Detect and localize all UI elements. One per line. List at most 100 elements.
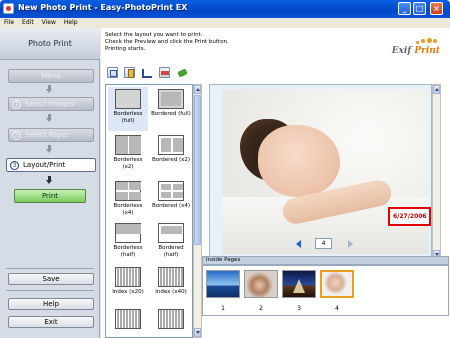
layout-bordered-x4[interactable]: Bordered (x4) <box>151 179 191 223</box>
menu-view[interactable]: View <box>38 18 60 26</box>
layout-thumbnail <box>115 309 141 329</box>
layout-thumbnail <box>115 89 141 109</box>
exit-button[interactable]: Exit <box>8 316 94 328</box>
preview-photo[interactable] <box>222 89 429 254</box>
step-menu[interactable]: Menu <box>8 69 94 83</box>
arrow-down-icon <box>46 114 53 122</box>
arrow-down-icon <box>46 145 53 153</box>
date-icon[interactable] <box>159 67 170 78</box>
logo-dots-icon <box>414 38 438 46</box>
preview-scrollbar[interactable] <box>432 84 441 260</box>
edit-toolbar <box>107 66 227 80</box>
step-menu-label: Menu <box>41 72 61 80</box>
page-thumbnail-number: 3 <box>297 305 301 312</box>
inside-pages-header: Inside Pages <box>202 256 449 265</box>
help-button[interactable]: Help <box>8 298 94 310</box>
close-button[interactable]: × <box>430 2 443 15</box>
page-thumbnail-selected[interactable] <box>320 270 354 298</box>
layout-index-x20[interactable]: Index (x20) <box>108 265 148 309</box>
step-number: 2 <box>12 131 21 140</box>
logo-suffix: Print <box>414 46 440 56</box>
page-number: 4 <box>315 238 332 249</box>
logo-prefix: Exif <box>391 46 412 56</box>
next-page-icon[interactable] <box>348 240 353 248</box>
layout-thumbnail <box>115 223 141 243</box>
layout-bordered-x2[interactable]: Bordered (x2) <box>151 133 191 177</box>
layout-caption: Bordered (full) <box>151 111 191 117</box>
step-label: Layout/Print <box>23 161 66 169</box>
layout-caption: Index (x40) <box>155 289 187 295</box>
minimize-button[interactable]: _ <box>398 2 411 15</box>
save-button[interactable]: Save <box>8 273 94 285</box>
app-icon[interactable] <box>3 3 14 14</box>
page-thumbnail[interactable] <box>206 270 240 298</box>
layout-thumbnail <box>158 181 184 201</box>
page-thumbnail-number: 4 <box>335 305 339 312</box>
image-copy-icon[interactable] <box>124 67 135 78</box>
layout-thumbnail <box>115 135 141 155</box>
sidebar-title: Photo Print <box>0 28 100 60</box>
divider <box>6 268 94 269</box>
instruction-line: Printing starts. <box>105 46 146 52</box>
page-thumbnail[interactable] <box>244 270 278 298</box>
divider <box>6 290 94 291</box>
scroll-up-icon[interactable] <box>433 85 440 94</box>
layout-caption: Borderless (x2) <box>113 157 143 170</box>
layout-more[interactable] <box>108 307 148 337</box>
menu-edit[interactable]: Edit <box>18 18 38 26</box>
layout-bordered-full[interactable]: Bordered (full) <box>151 87 191 131</box>
layout-caption: Borderless (full) <box>113 111 143 124</box>
step-layout-print[interactable]: 3 Layout/Print <box>6 158 96 172</box>
maximize-button[interactable]: □ <box>413 2 426 15</box>
scroll-down-icon[interactable] <box>194 328 201 337</box>
layout-borderless-full[interactable]: Borderless (full) <box>108 87 148 131</box>
scroll-up-icon[interactable] <box>194 85 201 94</box>
layout-borderless-half[interactable]: Borderless (half) <box>108 221 148 265</box>
layout-list-scrollbar[interactable] <box>193 84 202 338</box>
layout-caption: Bordered (x2) <box>152 157 190 163</box>
layout-more[interactable] <box>151 307 191 337</box>
layout-caption: Borderless (x4) <box>113 203 143 216</box>
layout-thumbnail <box>115 267 141 287</box>
layout-thumbnail <box>158 223 184 243</box>
sidebar: Photo Print Menu 1 Select Images 2 Selec… <box>0 28 100 338</box>
layout-caption: Bordered (x4) <box>152 203 190 209</box>
menu-file[interactable]: File <box>0 18 18 26</box>
step-label: Select Paper <box>25 131 69 139</box>
page-thumbnail-number: 1 <box>221 305 225 312</box>
inside-pages-strip: 1 2 3 4 <box>202 265 449 316</box>
step-label: Select Images <box>25 100 75 108</box>
layout-caption: Index (x20) <box>112 289 144 295</box>
layout-thumbnail <box>158 89 184 109</box>
previous-page-icon[interactable] <box>296 240 301 248</box>
rotate-icon[interactable] <box>107 67 118 78</box>
layout-borderless-x2[interactable]: Borderless (x2) <box>108 133 148 177</box>
menu-bar: File Edit View Help <box>0 18 450 28</box>
layout-thumbnail <box>158 309 184 329</box>
step-select-images[interactable]: 1 Select Images <box>8 97 94 111</box>
layout-list: Borderless (full) Bordered (full) Borderl… <box>105 84 193 338</box>
layout-thumbnail <box>158 135 184 155</box>
menu-help[interactable]: Help <box>60 18 82 26</box>
step-number: 1 <box>12 100 21 109</box>
layout-borderless-x4[interactable]: Borderless (x4) <box>108 179 148 223</box>
layout-thumbnail <box>115 181 141 201</box>
page-thumbnail[interactable] <box>282 270 316 298</box>
step-select-paper[interactable]: 2 Select Paper <box>8 128 94 142</box>
main-area: Select the layout you want to print. Che… <box>101 28 450 338</box>
crop-icon[interactable] <box>141 67 152 78</box>
page-navigator: 4 <box>291 238 361 250</box>
layout-bordered-half[interactable]: Bordered (half) <box>151 221 191 265</box>
preview-panel <box>209 84 432 260</box>
scroll-thumb[interactable] <box>194 95 201 245</box>
layout-index-x40[interactable]: Index (x40) <box>151 265 191 309</box>
date-stamp-box[interactable]: 6/27/2006 <box>388 207 431 226</box>
logo-text: Exif Print <box>392 46 440 56</box>
title-bar[interactable]: New Photo Print - Easy-PhotoPrint EX _ □… <box>0 0 450 18</box>
print-button[interactable]: Print <box>14 189 86 203</box>
correct-image-icon[interactable] <box>177 67 188 78</box>
instruction-line: Check the Preview and click the Print bu… <box>105 39 229 45</box>
instruction-line: Select the layout you want to print. <box>105 32 203 38</box>
exif-print-logo: Exif Print <box>382 38 440 60</box>
page-thumbnail-number: 2 <box>259 305 263 312</box>
